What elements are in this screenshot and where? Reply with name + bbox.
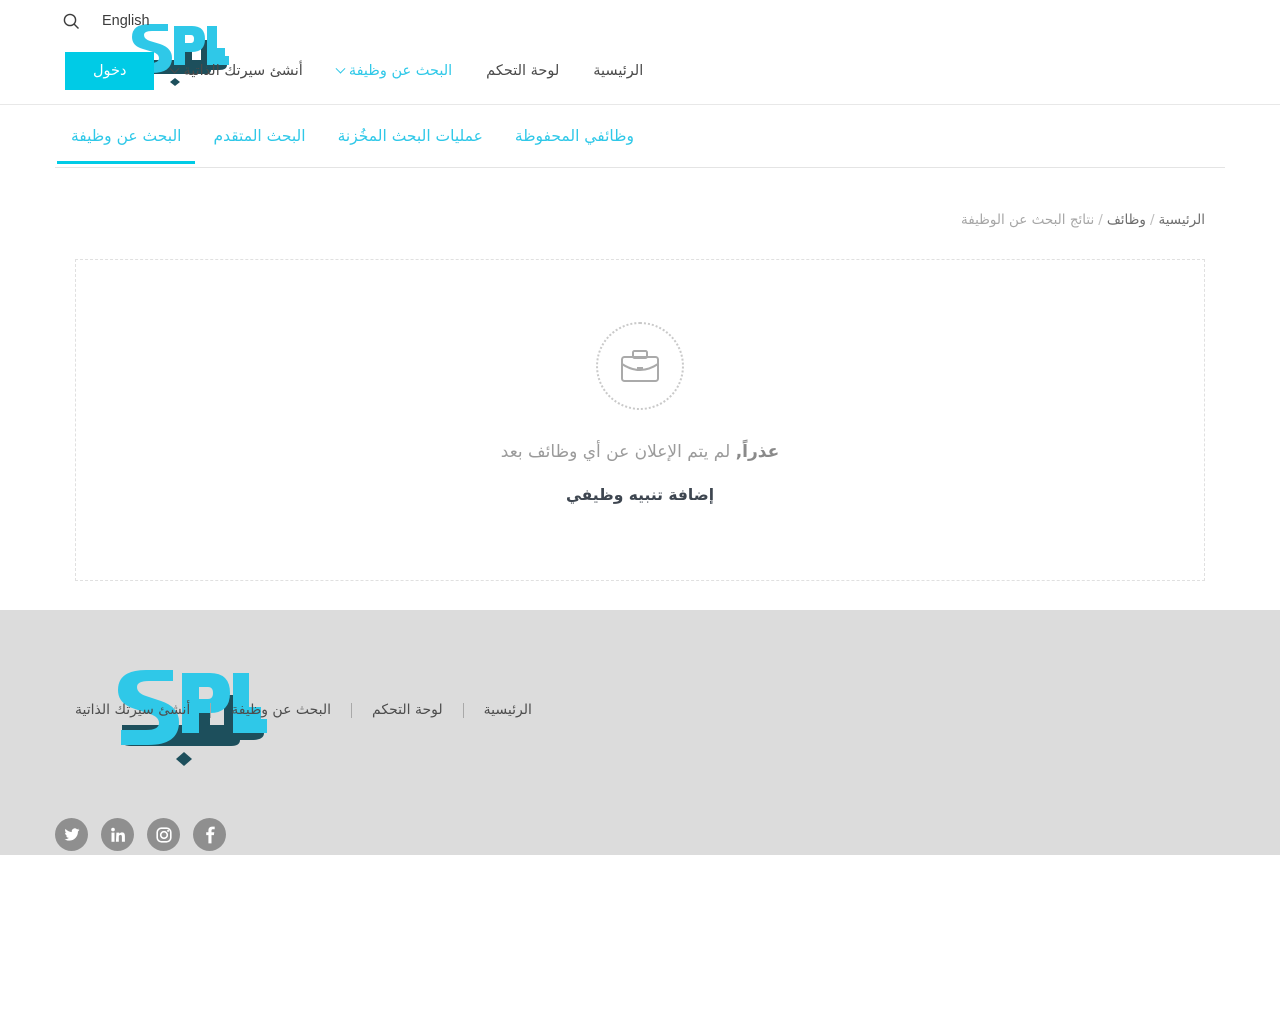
nav-item-label: لوحة التحكم	[486, 63, 560, 79]
footer-link-dashboard[interactable]: لوحة التحكم	[352, 702, 463, 718]
breadcrumb: الرئيسية/وظائف/نتائج البحث عن الوظيفة	[0, 212, 1280, 228]
linkedin-icon[interactable]	[101, 818, 134, 851]
site-footer: أنشئ سيرتك الذاتية البحث عن وظيفة لوحة ا…	[0, 610, 1280, 855]
chevron-down-icon	[170, 63, 180, 74]
job-search-tabs: البحث عن وظيفة البحث المتقدم عمليات البح…	[55, 105, 1225, 168]
footer-link-create-cv[interactable]: أنشئ سيرتك الذاتية	[55, 702, 210, 718]
empty-state-message: عذراً, لم يتم الإعلان عن أي وظائف بعد	[501, 442, 779, 462]
nav-item-label: الرئيسية	[593, 63, 644, 79]
add-job-alert-link[interactable]: إضافة تنبيه وظيفي	[566, 486, 714, 504]
social-links	[55, 818, 226, 851]
tabbar-wrapper: البحث عن وظيفة البحث المتقدم عمليات البح…	[0, 105, 1280, 168]
nav-item-label: البحث عن وظيفة	[348, 63, 453, 79]
nav-item-home[interactable]: الرئيسية	[576, 63, 660, 79]
breadcrumb-separator: /	[1149, 212, 1155, 228]
job-results-panel: عذراً, لم يتم الإعلان عن أي وظائف بعد إض…	[75, 259, 1205, 581]
breadcrumb-item-jobs[interactable]: وظائف	[1107, 212, 1146, 228]
utility-bar: English	[58, 8, 150, 34]
empty-state-message-bold: عذراً,	[735, 442, 780, 462]
search-icon[interactable]	[58, 8, 84, 34]
footer-link-home[interactable]: الرئيسية	[464, 702, 552, 718]
tab-advanced-search[interactable]: البحث المتقدم	[197, 105, 321, 163]
facebook-icon[interactable]	[193, 818, 226, 851]
site-header: English دخول أنشئ سيرتك الذاتية البحث عن…	[0, 0, 1280, 105]
nav-item-dashboard[interactable]: لوحة التحكم	[469, 63, 576, 79]
breadcrumb-item-current: نتائج البحث عن الوظيفة	[961, 212, 1095, 228]
twitter-icon[interactable]	[55, 818, 88, 851]
tab-saved-jobs[interactable]: وظائفي المحفوظة	[499, 105, 650, 163]
language-switch-link[interactable]: English	[102, 13, 150, 29]
tab-job-search[interactable]: البحث عن وظيفة	[55, 105, 197, 164]
briefcase-icon	[596, 322, 684, 410]
chevron-down-icon	[335, 63, 346, 74]
nav-item-create-cv[interactable]: أنشئ سيرتك الذاتية	[154, 63, 319, 79]
footer-navigation: أنشئ سيرتك الذاتية البحث عن وظيفة لوحة ا…	[55, 702, 552, 718]
tab-saved-searches[interactable]: عمليات البحث المخُزنة	[322, 105, 499, 163]
instagram-icon[interactable]	[147, 818, 180, 851]
nav-item-job-search[interactable]: البحث عن وظيفة	[320, 63, 469, 79]
footer-link-job-search[interactable]: البحث عن وظيفة	[211, 702, 351, 718]
main-navigation: دخول أنشئ سيرتك الذاتية البحث عن وظيفة ل…	[55, 52, 660, 90]
breadcrumb-item-home[interactable]: الرئيسية	[1159, 212, 1206, 228]
breadcrumb-separator: /	[1098, 212, 1103, 228]
empty-state: عذراً, لم يتم الإعلان عن أي وظائف بعد إض…	[76, 260, 1204, 580]
login-button[interactable]: دخول	[65, 52, 155, 90]
empty-state-message-rest: لم يتم الإعلان عن أي وظائف بعد	[500, 442, 736, 462]
nav-item-label: أنشئ سيرتك الذاتية	[183, 63, 303, 79]
